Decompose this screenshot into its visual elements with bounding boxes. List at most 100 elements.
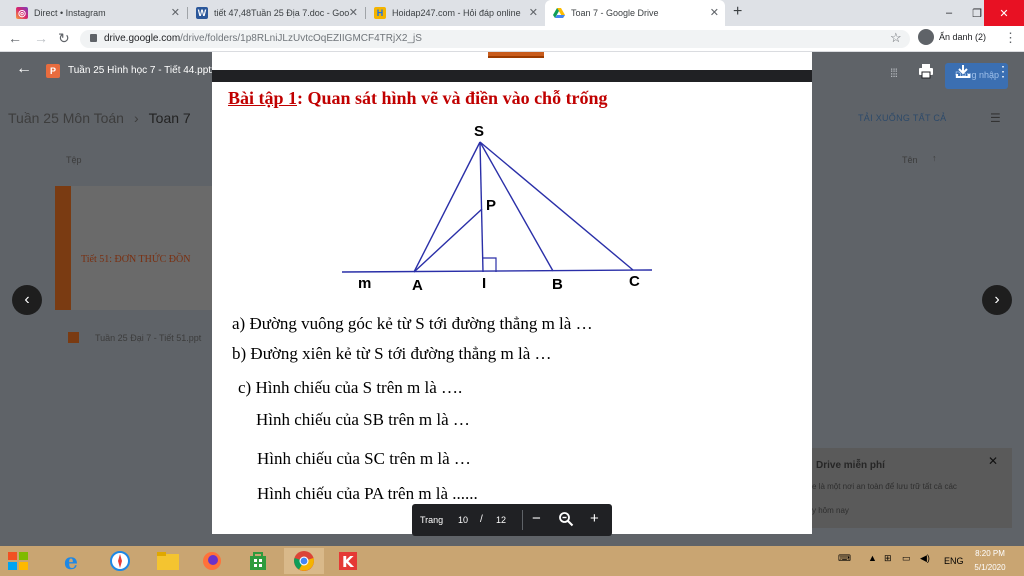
reload-icon[interactable]: ↻ [58, 30, 70, 47]
page-separator: / [480, 514, 483, 525]
drive-promo-card: Drive miễn phí e là một nơi an toàn để l… [812, 448, 1012, 528]
slide-decoration [488, 52, 544, 58]
next-file-button[interactable]: › [982, 285, 1012, 315]
tab-label: tiết 47,48Tuần 25 Địa 7.doc - Goo [214, 8, 350, 18]
viewer-back-arrow-icon[interactable]: ← [16, 60, 32, 78]
zoom-in-icon[interactable]: + [590, 510, 599, 527]
breadcrumb-item[interactable]: Toan 7 [149, 110, 191, 126]
forward-arrow-icon[interactable]: → [34, 30, 48, 46]
label-a: A [412, 277, 423, 294]
segment-sa [413, 141, 481, 273]
new-tab-button[interactable]: + [733, 3, 742, 21]
tab-label: Direct • Instagram [34, 8, 106, 18]
question-c: c) Hình chiếu của S trên m là …. [238, 378, 463, 397]
instagram-icon: ◎ [16, 7, 28, 19]
sort-arrow-icon[interactable]: ↑ [932, 153, 937, 163]
tab-label: Hoidap247.com - Hỏi đáp online [392, 8, 521, 18]
tab-strip: ◎ Direct • Instagram ✕ W tiết 47,48Tuần … [0, 0, 1024, 26]
internet-explorer-icon[interactable]: e [54, 548, 90, 574]
file-explorer-icon[interactable] [150, 548, 186, 574]
language-indicator[interactable]: ENG [944, 556, 964, 566]
promo-link[interactable]: y hôm nay [812, 506, 849, 515]
page-controls: Trang 10 / 12 − + [412, 504, 612, 536]
chevron-left-icon: ‹ [24, 291, 30, 308]
label-s: S [474, 123, 484, 140]
clock-time: 8:20 PM [975, 549, 1005, 558]
zoom-icon[interactable] [558, 511, 574, 531]
incognito-profile-button[interactable]: Ẩn danh (2) [918, 29, 986, 45]
promo-body: e là một nơi an toàn để lưu trữ tất cả c… [812, 482, 957, 491]
svg-text:K: K [342, 553, 355, 571]
slide-page: Bài tập 1: Quan sát hình vẽ và điền vào … [212, 82, 812, 534]
question-b: b) Đường xiên kẻ từ S tới đường thẳng m … [232, 344, 552, 363]
tab-google-drive[interactable]: Toan 7 - Google Drive ✕ [545, 0, 725, 26]
lock-icon [90, 34, 97, 42]
download-all-button[interactable]: TẢI XUỐNG TẤT CẢ [858, 113, 946, 123]
close-icon[interactable]: ✕ [171, 6, 180, 19]
volume-icon[interactable]: ◀) [920, 553, 930, 564]
more-options-icon[interactable]: ⋮ [996, 63, 1010, 80]
close-icon[interactable]: ✕ [529, 6, 538, 19]
file-item[interactable]: Tuần 25 Đại 7 - Tiết 51.ppt [68, 332, 201, 343]
chrome-icon[interactable] [284, 548, 324, 574]
clock-date: 5/1/2020 [974, 563, 1006, 572]
chevron-right-icon: › [133, 110, 139, 126]
keyboard-icon[interactable]: ⌨ [838, 553, 851, 564]
page-number-input[interactable]: 10 [458, 515, 468, 525]
kaspersky-icon[interactable]: K [330, 548, 366, 574]
url-text: drive.google.com/drive/folders/1p8RLniJL… [104, 33, 422, 44]
print-icon[interactable] [918, 63, 934, 82]
profile-label: Ẩn danh (2) [939, 32, 987, 42]
segment-pa [413, 208, 483, 273]
page-total: 12 [496, 515, 507, 525]
network-icon[interactable]: ⊞ [884, 553, 892, 564]
column-header-sort[interactable]: Tên [902, 155, 918, 165]
browser-menu-icon[interactable]: ⋮ [1004, 30, 1017, 46]
zoom-out-icon[interactable]: − [532, 510, 541, 527]
question-c-sb: Hình chiếu của SB trên m là … [256, 410, 470, 429]
list-view-icon[interactable]: ☰ [990, 111, 1001, 125]
store-icon[interactable] [240, 548, 276, 574]
address-bar[interactable]: drive.google.com/drive/folders/1p8RLniJL… [80, 30, 910, 48]
safari-icon[interactable] [102, 548, 138, 574]
hoidap-icon: H [374, 7, 386, 19]
previous-file-button[interactable]: ‹ [12, 285, 42, 315]
battery-icon[interactable]: ▭ [902, 553, 911, 564]
apps-grid-icon[interactable]: ⁞⁞⁞ [890, 66, 898, 80]
tab-label: Toan 7 - Google Drive [571, 8, 659, 18]
windows-start-icon[interactable] [6, 549, 30, 573]
minimize-button[interactable]: – [934, 0, 964, 26]
chevron-right-icon: › [994, 291, 1000, 308]
breadcrumb-item[interactable]: Tuần 25 Môn Toán [8, 110, 124, 126]
promo-heading: Drive miễn phí [816, 460, 885, 471]
label-b: B [552, 276, 563, 293]
powerpoint-icon [68, 332, 79, 343]
show-hidden-icons-icon[interactable]: ▲ [868, 553, 877, 563]
column-header-name: Tệp [66, 155, 82, 165]
question-a: a) Đường vuông góc kẻ từ S tới đường thẳ… [232, 314, 593, 333]
close-icon[interactable]: ✕ [349, 6, 358, 19]
label-p: P [486, 197, 496, 214]
bookmark-star-icon[interactable]: ☆ [890, 30, 902, 46]
window-close-button[interactable]: ✕ [984, 0, 1024, 26]
incognito-icon [918, 29, 934, 45]
close-icon[interactable]: ✕ [710, 6, 719, 19]
word-icon: W [196, 7, 208, 19]
geometry-figure: S P m A I B C [342, 123, 653, 294]
close-icon[interactable]: ✕ [988, 454, 998, 468]
tab-instagram[interactable]: ◎ Direct • Instagram ✕ [8, 0, 186, 26]
page-label: Trang [420, 515, 444, 525]
line-m [342, 269, 653, 273]
file-thumbnail[interactable]: Tiết 51: ĐƠN THỨC ĐỒN [55, 186, 215, 310]
firefox-icon[interactable] [194, 548, 230, 574]
system-clock[interactable]: 8:20 PM 5/1/2020 [966, 547, 1014, 575]
slide-title: Bài tập 1: Quan sát hình vẽ và điền vào … [228, 88, 608, 108]
back-arrow-icon[interactable]: ← [8, 30, 22, 46]
google-drive-icon [553, 7, 565, 19]
download-icon[interactable] [955, 63, 971, 82]
label-i: I [482, 275, 486, 292]
tab-hoidap[interactable]: H Hoidap247.com - Hỏi đáp online ✕ [366, 0, 544, 26]
slide-gap [212, 70, 812, 82]
tab-word-doc[interactable]: W tiết 47,48Tuần 25 Địa 7.doc - Goo ✕ [188, 0, 364, 26]
breadcrumb: Tuần 25 Môn Toán › Toan 7 [8, 110, 191, 126]
